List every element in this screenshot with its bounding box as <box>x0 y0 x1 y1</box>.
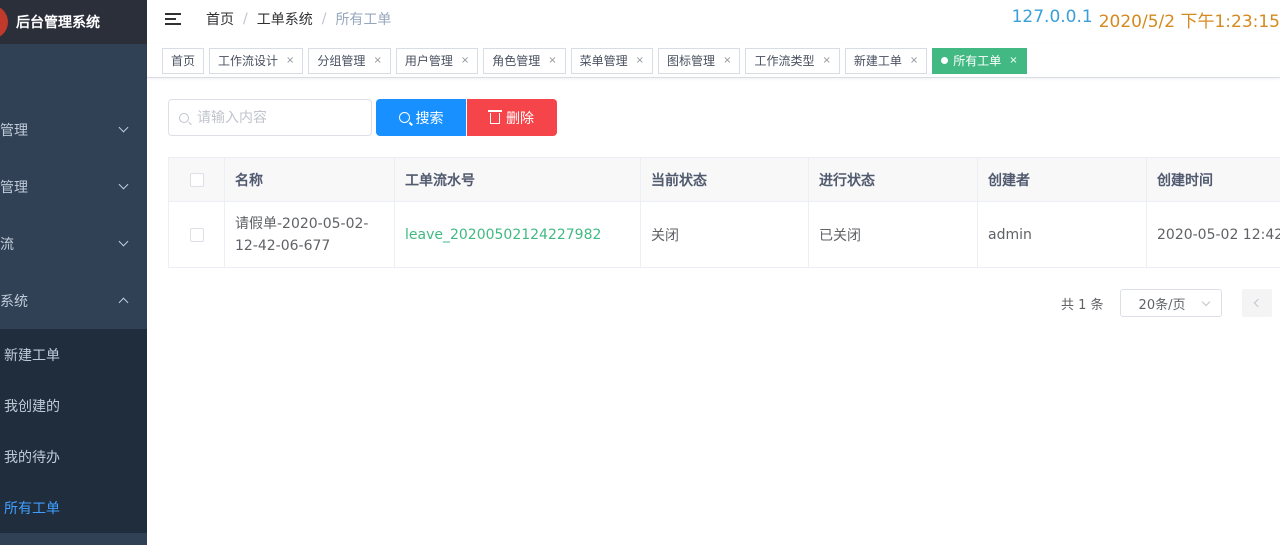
search-button[interactable]: 搜索 <box>376 99 466 136</box>
row-select-cell <box>168 202 224 267</box>
search-input[interactable] <box>197 109 357 126</box>
close-icon[interactable]: × <box>461 55 469 66</box>
sidebar-item-label: 单系统 <box>0 293 28 310</box>
tags-view: 首页 工作流设计 × 分组管理 × 用户管理 × 角色管理 × 菜单管理 × 图标管理 × … <box>147 44 1280 78</box>
search-icon <box>179 112 189 123</box>
tag-label: 工作流设计 <box>218 54 279 68</box>
select-all-checkbox[interactable] <box>189 172 204 187</box>
breadcrumb-ticket-system[interactable]: 工单系统 <box>257 9 313 29</box>
tag-menu-management[interactable]: 菜单管理 × <box>570 47 654 74</box>
column-header-serial[interactable]: 工单流水号 <box>394 158 640 201</box>
breadcrumb-separator: / <box>243 10 248 27</box>
sidebar-subitem-new-ticket[interactable]: 新建工单 <box>0 329 147 380</box>
search-field <box>168 99 372 136</box>
tag-icon-management[interactable]: 图标管理 × <box>658 47 741 74</box>
search-button-label: 搜索 <box>415 110 444 127</box>
ticket-submenu: 新建工单 我创建的 我的待办 所有工单 <box>0 329 147 533</box>
pagination-total: 共 1 条 <box>1061 297 1104 313</box>
breadcrumb-current: 所有工单 <box>335 11 392 28</box>
tag-group-management[interactable]: 分组管理 × <box>308 47 391 74</box>
top-navbar: 首页 / 工单系统 / 所有工单 127.0.0.1 2020/5/2 下午1:… <box>147 0 1280 37</box>
search-icon <box>398 112 410 123</box>
sidebar-item-ticket-system[interactable]: 单系统 <box>0 272 147 329</box>
tag-label: 菜单管理 <box>579 54 628 68</box>
tag-label: 工作流类型 <box>754 54 815 68</box>
sidebar-item-system-management[interactable]: 统管理 <box>0 101 147 158</box>
close-icon[interactable]: × <box>548 55 556 66</box>
tag-all-tickets[interactable]: 所有工单 × <box>932 47 1027 74</box>
sidebar-item-label: 统管理 <box>0 122 28 139</box>
tag-label: 所有工单 <box>953 54 1002 68</box>
breadcrumb-home[interactable]: 首页 <box>206 9 234 29</box>
menu-fold-icon[interactable] <box>165 12 181 25</box>
sidebar-item-label: 作流 <box>0 236 14 253</box>
delete-button-label: 删除 <box>506 110 534 127</box>
table-row[interactable]: 请假单-2020-05-02-12-42-06-677 leave_202005… <box>168 202 1280 268</box>
pagination: 共 1 条 20条/页 <box>1061 289 1272 317</box>
tag-label: 新建工单 <box>853 54 902 68</box>
close-icon[interactable]: × <box>373 55 381 66</box>
sidebar-logo-bar: 后台管理系统 <box>0 0 147 44</box>
tag-workflow-design[interactable]: 工作流设计 × <box>209 47 304 74</box>
tag-label: 分组管理 <box>317 54 366 68</box>
column-header-created-at[interactable]: 创建时间 <box>1146 158 1280 201</box>
close-icon[interactable]: × <box>822 55 830 66</box>
table-header-row: 名称 工单流水号 当前状态 进行状态 创建者 创建时间 <box>168 158 1280 202</box>
current-datetime: 2020/5/2 下午1:23:15 <box>1098 12 1280 32</box>
row-checkbox[interactable] <box>189 227 204 242</box>
tag-user-management[interactable]: 用户管理 × <box>395 47 479 74</box>
chevron-down-icon <box>118 122 129 133</box>
sidebar-item-workflow[interactable]: 作流 <box>0 215 147 272</box>
column-header-name[interactable]: 名称 <box>224 158 394 201</box>
active-dot-icon <box>941 57 949 64</box>
app-title: 后台管理系统 <box>16 15 100 31</box>
server-info: 127.0.0.1 2020/5/2 下午1:23:15 <box>1012 7 1280 32</box>
tag-role-management[interactable]: 角色管理 × <box>483 47 566 74</box>
prev-page-button[interactable] <box>1241 289 1272 317</box>
close-icon[interactable]: × <box>723 55 731 66</box>
page-size-value: 20条/页 <box>1138 297 1186 313</box>
close-icon[interactable]: × <box>910 55 918 66</box>
chevron-up-icon <box>118 297 129 308</box>
app-logo-icon <box>0 5 8 39</box>
cell-current-status: 关闭 <box>640 202 808 267</box>
server-ip: 127.0.0.1 <box>1011 7 1093 27</box>
cell-serial-link[interactable]: leave_20200502124227982 <box>394 202 640 267</box>
sidebar-subitem-my-created[interactable]: 我创建的 <box>0 380 147 431</box>
chevron-down-icon <box>118 236 129 247</box>
close-icon[interactable]: × <box>636 55 644 66</box>
breadcrumb-separator: / <box>321 10 327 27</box>
sidebar-subitem-my-todo[interactable]: 我的待办 <box>0 431 147 482</box>
close-icon[interactable]: × <box>1009 55 1017 66</box>
tag-workflow-type[interactable]: 工作流类型 × <box>745 47 840 74</box>
breadcrumb: 首页 / 工单系统 / 所有工单 <box>206 9 391 29</box>
delete-button[interactable]: 删除 <box>467 99 557 136</box>
trash-icon <box>488 110 502 124</box>
sidebar-item-label: 具管理 <box>0 179 28 196</box>
sidebar-item-tools-management[interactable]: 具管理 <box>0 158 147 215</box>
cell-progress-status: 已关闭 <box>808 202 977 267</box>
column-header-progress-status[interactable]: 进行状态 <box>808 158 977 201</box>
sidebar-item-home[interactable]: 页 <box>0 44 147 101</box>
close-icon[interactable]: × <box>286 55 294 66</box>
select-all-cell <box>168 158 224 201</box>
page-size-select[interactable]: 20条/页 <box>1119 289 1222 317</box>
cell-created-at: 2020-05-02 12:42:2 <box>1146 202 1280 267</box>
tag-label: 图标管理 <box>667 54 716 68</box>
sidebar: 后台管理系统 页 统管理 具管理 作流 单系统 新建工单 我创建的 我的待办 所… <box>0 0 147 545</box>
sidebar-subitem-all-tickets[interactable]: 所有工单 <box>0 482 147 533</box>
tag-home[interactable]: 首页 <box>162 47 205 74</box>
tag-new-ticket[interactable]: 新建工单 × <box>844 47 928 74</box>
cell-creator: admin <box>977 202 1146 267</box>
column-header-current-status[interactable]: 当前状态 <box>640 158 808 201</box>
cell-name: 请假单-2020-05-02-12-42-06-677 <box>224 202 394 267</box>
chevron-left-icon <box>1253 298 1263 308</box>
tag-label: 角色管理 <box>492 54 541 68</box>
chevron-down-icon <box>118 179 129 190</box>
tag-label: 首页 <box>171 54 196 68</box>
tag-label: 用户管理 <box>404 54 453 68</box>
tickets-table: 名称 工单流水号 当前状态 进行状态 创建者 创建时间 请假单-2020-05-… <box>168 157 1280 268</box>
chevron-down-icon <box>1201 297 1210 306</box>
column-header-creator[interactable]: 创建者 <box>977 158 1146 201</box>
